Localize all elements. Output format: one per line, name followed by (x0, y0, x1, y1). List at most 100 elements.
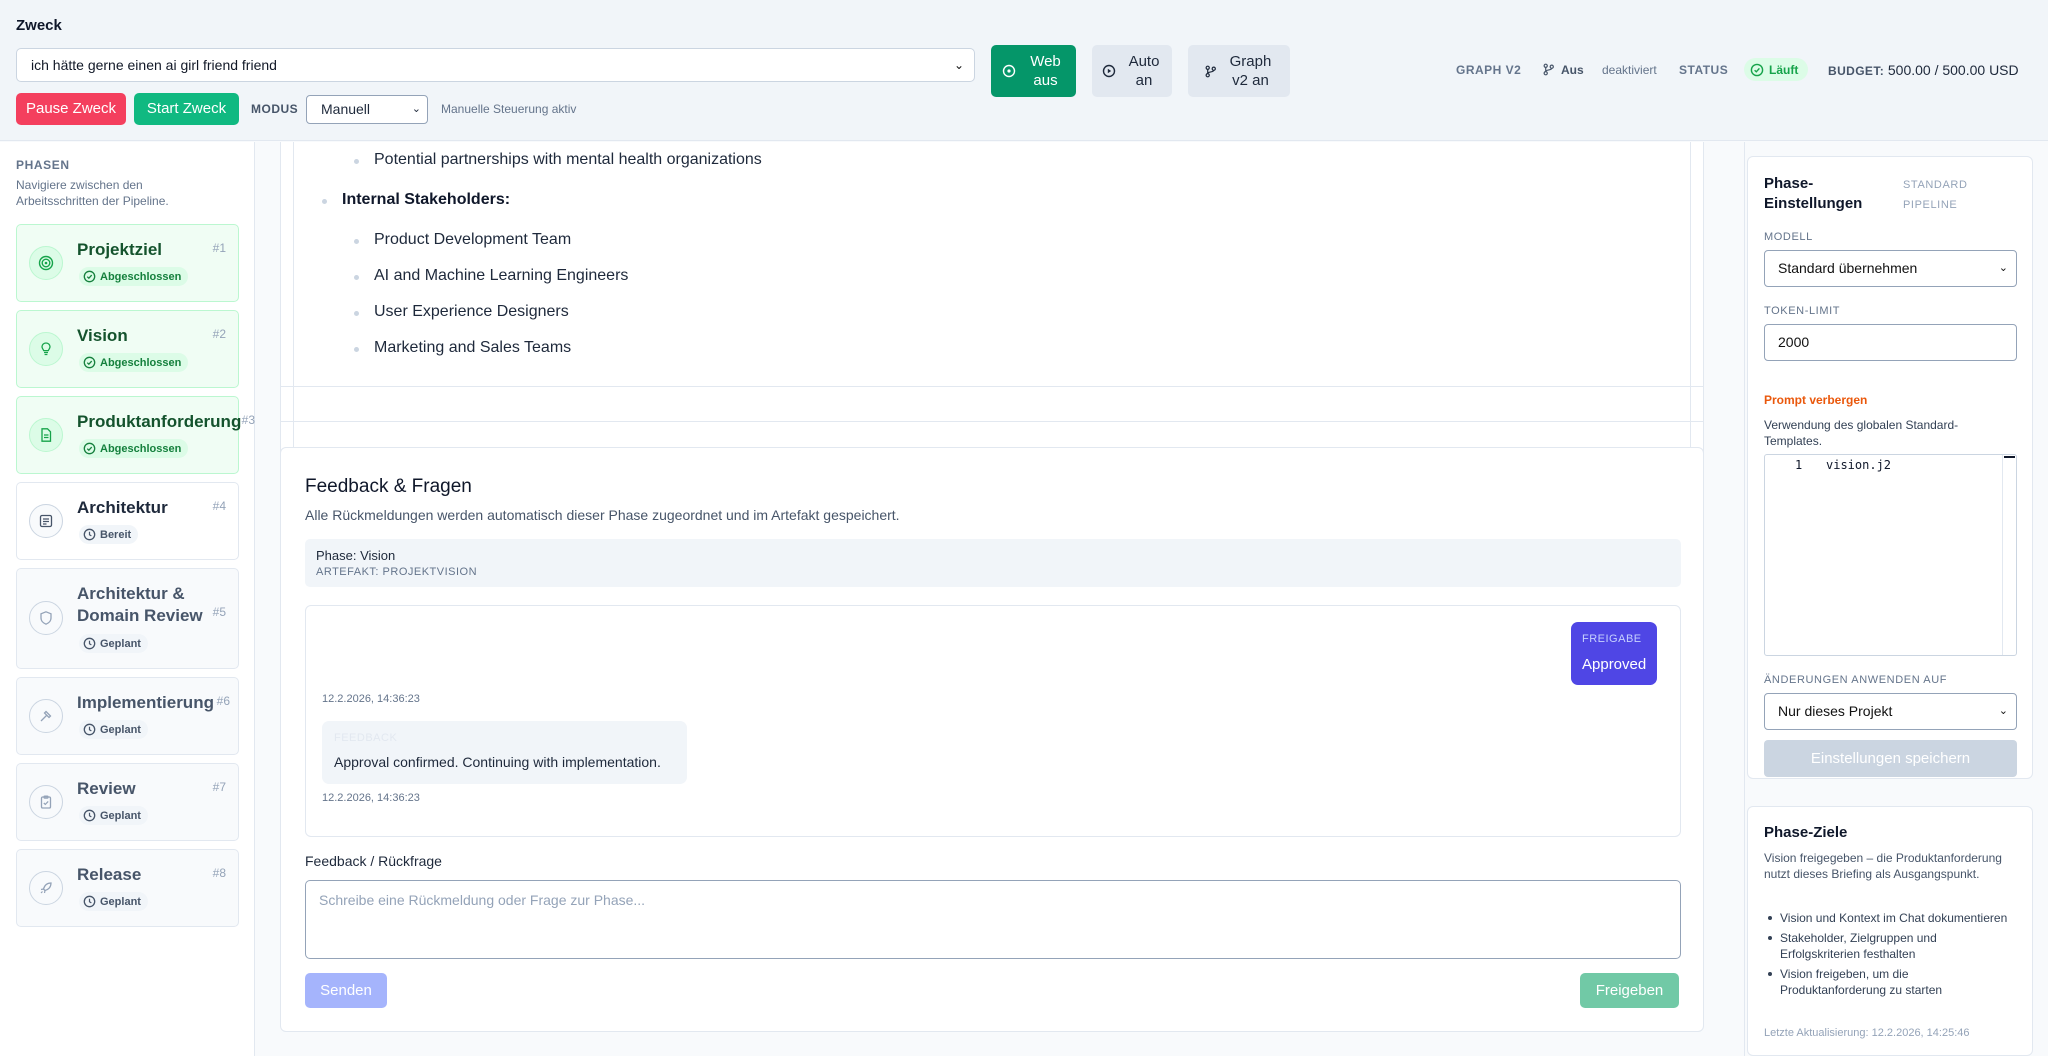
card-bottom-border (280, 386, 1704, 387)
check-circle-icon (1750, 63, 1764, 76)
start-zweck-button[interactable]: Start Zweck (134, 93, 239, 125)
feedback-textarea[interactable]: Schreibe eine Rückmeldung oder Frage zur… (305, 880, 1681, 959)
feedback-message: FEEDBACK Approval confirmed. Continuing … (322, 721, 687, 784)
approve-button[interactable]: Freigeben (1580, 973, 1679, 1008)
graph-v2-label: GRAPH V2 (1456, 63, 1522, 77)
phase-number: #6 (216, 694, 230, 708)
phase-status: Geplant (100, 723, 141, 736)
token-limit-label: TOKEN-LIMIT (1764, 305, 1841, 317)
phase-status-badge: Geplant (79, 892, 148, 911)
zweck-heading: Zweck (16, 17, 62, 34)
phase-item-vision[interactable]: Vision #2 Abgeschlossen (16, 310, 239, 388)
phase-context-artifact: ARTEFAKT: PROJEKTVISION (316, 566, 478, 578)
phase-context-box: Phase: Vision ARTEFAKT: PROJEKTVISION (305, 539, 1681, 587)
last-updated: Letzte Aktualisierung: 12.2.2026, 14:25:… (1764, 1027, 1970, 1039)
phase-item-architektur-domain-review[interactable]: Architektur & Domain Review #5 Geplant (16, 568, 239, 669)
phase-context-phase: Phase: Vision (316, 548, 396, 563)
budget-label: BUDGET: (1828, 64, 1885, 78)
goals-title: Phase-Ziele (1764, 824, 1848, 841)
check-circle-icon (83, 442, 96, 455)
status-badge: Läuft (1744, 58, 1809, 81)
phase-settings-card: Phase-Einstellungen STANDARD PIPELINE MO… (1747, 156, 2033, 779)
list-item: Product Development Team (354, 231, 571, 249)
zweck-select[interactable]: ich hätte gerne einen ai girl friend fri… (16, 48, 975, 82)
web-toggle-button[interactable]: Web aus (991, 45, 1076, 97)
model-select[interactable]: Standard übernehmen ⌄ (1764, 250, 2017, 287)
list-item: Marketing and Sales Teams (354, 339, 571, 357)
list-item: User Experience Designers (354, 303, 569, 321)
phase-status-badge: Bereit (79, 525, 139, 544)
message-type: FEEDBACK (334, 732, 398, 744)
phase-name: Release (77, 865, 142, 884)
phase-number: #3 (241, 413, 255, 427)
goal-item: Vision und Kontext im Chat dokumentieren (1764, 910, 2014, 926)
message-timestamp: 12.2.2026, 14:36:23 (322, 693, 420, 705)
model-label: MODELL (1764, 231, 1813, 243)
main-content: Potential partnerships with mental healt… (256, 142, 1744, 1056)
clock-icon (83, 809, 96, 822)
apply-scope-select[interactable]: Nur dieses Projekt ⌄ (1764, 693, 2017, 730)
graph-toggle-button[interactable]: Graph v2 an (1188, 45, 1290, 97)
chevron-down-icon: ⌄ (953, 58, 964, 72)
prompt-code-editor[interactable]: 1 vision.j2 (1764, 454, 2017, 656)
budget-value: 500.00 / 500.00 USD (1887, 62, 2019, 78)
phase-item-projektziel[interactable]: Projektziel #1 Abgeschlossen (16, 224, 239, 302)
git-branch-icon (1205, 65, 1216, 77)
phase-item-release[interactable]: Release #8 Geplant (16, 849, 239, 927)
feedback-card: Feedback & Fragen Alle Rückmeldungen wer… (280, 447, 1704, 1032)
auto-toggle-button[interactable]: Auto an (1092, 45, 1172, 97)
play-circle-icon (1102, 64, 1116, 78)
graph-v2-state: Aus (1561, 63, 1584, 77)
modus-select-value: Manuell (321, 101, 371, 117)
phase-name: Review (77, 779, 136, 798)
send-button[interactable]: Senden (305, 973, 387, 1008)
feedback-title: Feedback & Fragen (305, 476, 472, 497)
phase-name: Architektur (77, 498, 168, 517)
feedback-thread: FREIGABE Approved 12.2.2026, 14:36:23 FE… (305, 605, 1681, 837)
token-limit-value: 2000 (1778, 334, 1810, 350)
editor-scrollbar[interactable] (2002, 455, 2016, 655)
prompt-toggle-link[interactable]: Prompt verbergen (1764, 393, 1867, 407)
phase-name: Projektziel (77, 240, 163, 259)
phase-status-badge: Abgeschlossen (79, 353, 189, 372)
apply-label: ÄNDERUNGEN ANWENDEN AUF (1764, 674, 1948, 686)
hammer-icon (29, 699, 63, 733)
clock-icon (83, 895, 96, 908)
phase-name: Architektur & Domain Review (77, 584, 203, 625)
clock-icon (83, 637, 96, 650)
message-text: Approval confirmed. Continuing with impl… (334, 754, 661, 770)
top-toolbar: Zweck ich hätte gerne einen ai girl frie… (0, 0, 2048, 141)
phase-number: #7 (212, 780, 226, 794)
graph-v2-info: deaktiviert (1602, 63, 1657, 77)
phase-item-review[interactable]: Review #7 Geplant (16, 763, 239, 841)
goal-item: Vision freigeben, um die Produktanforder… (1764, 966, 2014, 998)
check-circle-icon (83, 270, 96, 283)
auto-toggle-label: Auto an (1128, 53, 1160, 89)
feedback-description: Alle Rückmeldungen werden automatisch di… (305, 507, 900, 523)
save-settings-button[interactable]: Einstellungen speichern (1764, 740, 2017, 777)
phase-status-badge: Abgeschlossen (79, 439, 189, 458)
settings-title: Phase-Einstellungen (1764, 175, 1863, 212)
phase-item-architektur[interactable]: Architektur #4 Bereit (16, 482, 239, 560)
model-select-value: Standard übernehmen (1778, 260, 1918, 276)
phase-item-produktanforderung[interactable]: Produktanforderung #3 Abgeschlossen (16, 396, 255, 474)
phase-number: #1 (212, 241, 226, 255)
phase-status: Bereit (100, 528, 132, 541)
phase-name: Vision (77, 326, 128, 345)
modus-select[interactable]: Manuell ⌄ (306, 95, 428, 124)
settings-panel: Phase-Einstellungen STANDARD PIPELINE MO… (1744, 142, 2048, 1056)
line-number: 1 (1795, 458, 1803, 472)
sidebar-heading: PHASEN (16, 158, 70, 172)
phase-item-implementierung[interactable]: Implementierung #6 Geplant (16, 677, 239, 755)
message-text: Approved (1582, 656, 1647, 673)
goals-description: Vision freigegeben – die Produktanforder… (1764, 851, 2002, 881)
clock-icon (83, 528, 96, 541)
phase-name: Implementierung (77, 693, 214, 712)
document-icon (29, 418, 63, 452)
template-info: Verwendung des globalen Standard-Templat… (1764, 418, 1959, 448)
pause-zweck-button[interactable]: Pause Zweck (16, 93, 126, 125)
phase-number: #2 (212, 327, 226, 341)
token-limit-input[interactable]: 2000 (1764, 324, 2017, 361)
feedback-input-label: Feedback / Rückfrage (305, 853, 442, 869)
phase-status-badge: Geplant (79, 634, 148, 653)
